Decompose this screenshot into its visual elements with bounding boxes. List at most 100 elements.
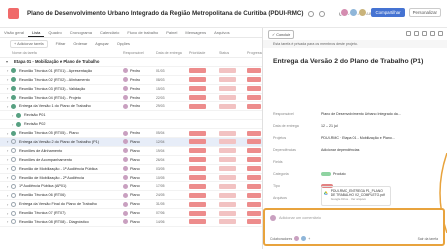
table-row[interactable]: › Reunião Técnica 03 (RT03) - Validação Pe…	[0, 85, 262, 94]
progress-pill[interactable]	[247, 175, 261, 181]
mark-complete-button[interactable]: ✓ Concluir	[268, 29, 295, 39]
progress-pill[interactable]	[247, 219, 261, 225]
assignee-cell[interactable]: Plano	[123, 201, 155, 207]
task-name[interactable]: Reunião Técnica 06 (RT06)	[19, 193, 120, 197]
task-name[interactable]: 1ª Audiência Pública (AP01)	[19, 184, 120, 188]
column-header[interactable]: Responsável	[123, 51, 144, 55]
chevron-right-icon[interactable]: ›	[7, 148, 8, 153]
attach-icon[interactable]	[414, 31, 419, 36]
more-icon[interactable]	[430, 31, 435, 36]
progress-pill[interactable]	[247, 201, 261, 207]
table-row[interactable]: › Entrega da Versão Final do Plano de Tra…	[0, 200, 262, 210]
assignee-cell[interactable]: Pedro	[123, 95, 155, 100]
chevron-right-icon[interactable]: ›	[7, 139, 8, 144]
avatar[interactable]	[340, 8, 350, 17]
chevron-right-icon[interactable]: ›	[12, 122, 13, 127]
progress-pill[interactable]	[247, 86, 261, 92]
task-name[interactable]: Reunião Técnica 04 (RT04) - Projeto	[19, 96, 120, 100]
priority-pill[interactable]	[189, 210, 206, 216]
task-name[interactable]: Revisão P02	[24, 122, 120, 126]
assignee-cell[interactable]: Plano	[123, 139, 155, 145]
complete-checkbox-icon[interactable]	[11, 103, 16, 109]
comment-box[interactable]: Adicionar um comentário Colaboradores + …	[263, 208, 445, 246]
status-pill[interactable]	[219, 77, 236, 83]
task-name[interactable]: Reunião Técnica 01 (RT01) - Apresentação	[19, 69, 120, 73]
complete-checkbox-icon[interactable]	[11, 95, 16, 100]
section-row[interactable]: ▾ Etapa 01 - Mobilização e Plano de Traba…	[0, 58, 262, 67]
progress-pill[interactable]	[247, 95, 261, 100]
status-pill[interactable]	[219, 68, 236, 74]
status-pill[interactable]	[219, 148, 236, 154]
section-name[interactable]: Etapa 01 - Mobilização e Plano de Trabal…	[14, 59, 124, 64]
link-icon[interactable]	[422, 31, 427, 36]
status-pill[interactable]	[219, 183, 236, 189]
field-value[interactable]: 12 – 21 jul	[321, 124, 338, 128]
complete-checkbox-icon[interactable]	[11, 210, 16, 216]
assignee-cell[interactable]: Pedro	[123, 103, 155, 109]
options-button[interactable]: Opções	[117, 42, 130, 46]
progress-pill[interactable]	[247, 210, 261, 216]
complete-checkbox-icon[interactable]	[11, 166, 16, 172]
priority-pill[interactable]	[189, 175, 206, 181]
assignee-cell[interactable]: Plano	[123, 175, 155, 181]
chevron-right-icon[interactable]: ›	[7, 86, 8, 91]
due-date[interactable]: 12/04	[156, 140, 165, 144]
table-row[interactable]: › Reunião de Mobilização - 2ª Audiência Pl…	[0, 174, 262, 183]
due-date[interactable]: 29/03	[156, 104, 165, 108]
priority-pill[interactable]	[189, 192, 206, 198]
progress-pill[interactable]	[247, 130, 261, 136]
sort-button[interactable]: Ordenar	[73, 42, 87, 46]
chevron-right-icon[interactable]: ›	[7, 193, 8, 198]
status-pill[interactable]	[219, 219, 236, 225]
complete-checkbox-icon[interactable]	[11, 192, 16, 198]
progress-pill[interactable]	[247, 192, 261, 198]
table-row[interactable]: › Reunião de Mobilização - 1ª Audiência P…	[0, 165, 262, 174]
priority-pill[interactable]	[189, 219, 206, 225]
close-icon[interactable]	[438, 31, 443, 36]
project-icon[interactable]	[8, 8, 19, 19]
priority-pill[interactable]	[189, 77, 206, 83]
task-name[interactable]: Reunião de Mobilização - 1ª Audiência Pú…	[19, 167, 120, 171]
priority-pill[interactable]	[189, 148, 206, 154]
chevron-down-icon[interactable]: ▾	[6, 59, 8, 64]
task-name[interactable]: Entrega da Versão 2 do Plano de Trabalho…	[19, 140, 120, 144]
leave-task-button[interactable]: Sair da tarefa	[418, 237, 438, 241]
due-date[interactable]: 22/03	[156, 96, 165, 100]
progress-pill[interactable]	[247, 157, 261, 163]
chevron-right-icon[interactable]: ›	[7, 202, 8, 207]
attachment-card[interactable]: PDUI-RMC_ENTREGA P1_PLANO DE TRABALHO V2…	[321, 186, 391, 206]
assignee-cell[interactable]: Pedro	[123, 86, 155, 92]
progress-pill[interactable]	[247, 68, 261, 74]
priority-pill[interactable]	[189, 130, 206, 136]
filter-button[interactable]: Filtrar	[56, 42, 66, 46]
task-name[interactable]: Entrega da Versão 1 do Plano de Trabalho	[19, 104, 120, 108]
field-value[interactable]: Produto	[321, 172, 346, 176]
comment-input[interactable]: Adicionar um comentário	[279, 216, 321, 220]
table-row[interactable]: › Reunião Técnica 07 (RT07) Plano 07/06	[0, 209, 262, 219]
due-date[interactable]: 17/05	[156, 184, 165, 188]
table-row[interactable]: › Revisão P02	[0, 120, 262, 130]
task-title[interactable]: Entrega da Versão 2 do Plano de Trabalho…	[263, 48, 447, 78]
avatar[interactable]	[301, 236, 307, 241]
due-date[interactable]: 05/04	[156, 131, 165, 135]
task-name[interactable]: Reuniões de Acompanhamento	[19, 158, 120, 162]
priority-pill[interactable]	[189, 157, 206, 163]
priority-pill[interactable]	[189, 166, 206, 172]
assignee-cell[interactable]: Plano	[123, 148, 155, 154]
progress-pill[interactable]	[247, 139, 261, 145]
assignee-cell[interactable]: Pedro	[123, 77, 155, 83]
share-button[interactable]: Compartilhar	[371, 8, 405, 17]
task-name[interactable]: Reunião de Mobilização - 2ª Audiência	[19, 176, 120, 180]
chevron-right-icon[interactable]: ›	[7, 219, 8, 224]
status-pill[interactable]	[219, 86, 236, 92]
column-header[interactable]: Progresso	[247, 51, 263, 55]
progress-pill[interactable]	[247, 103, 261, 109]
status-pill[interactable]	[219, 157, 236, 163]
progress-pill[interactable]	[247, 166, 261, 172]
status-pill[interactable]	[219, 139, 236, 145]
progress-pill[interactable]	[247, 77, 261, 83]
chevron-right-icon[interactable]: ›	[7, 131, 8, 136]
complete-checkbox-icon[interactable]	[11, 201, 16, 207]
tab-calendário[interactable]: Calendário	[96, 28, 123, 37]
table-row[interactable]: › Revisão P01	[0, 111, 262, 121]
